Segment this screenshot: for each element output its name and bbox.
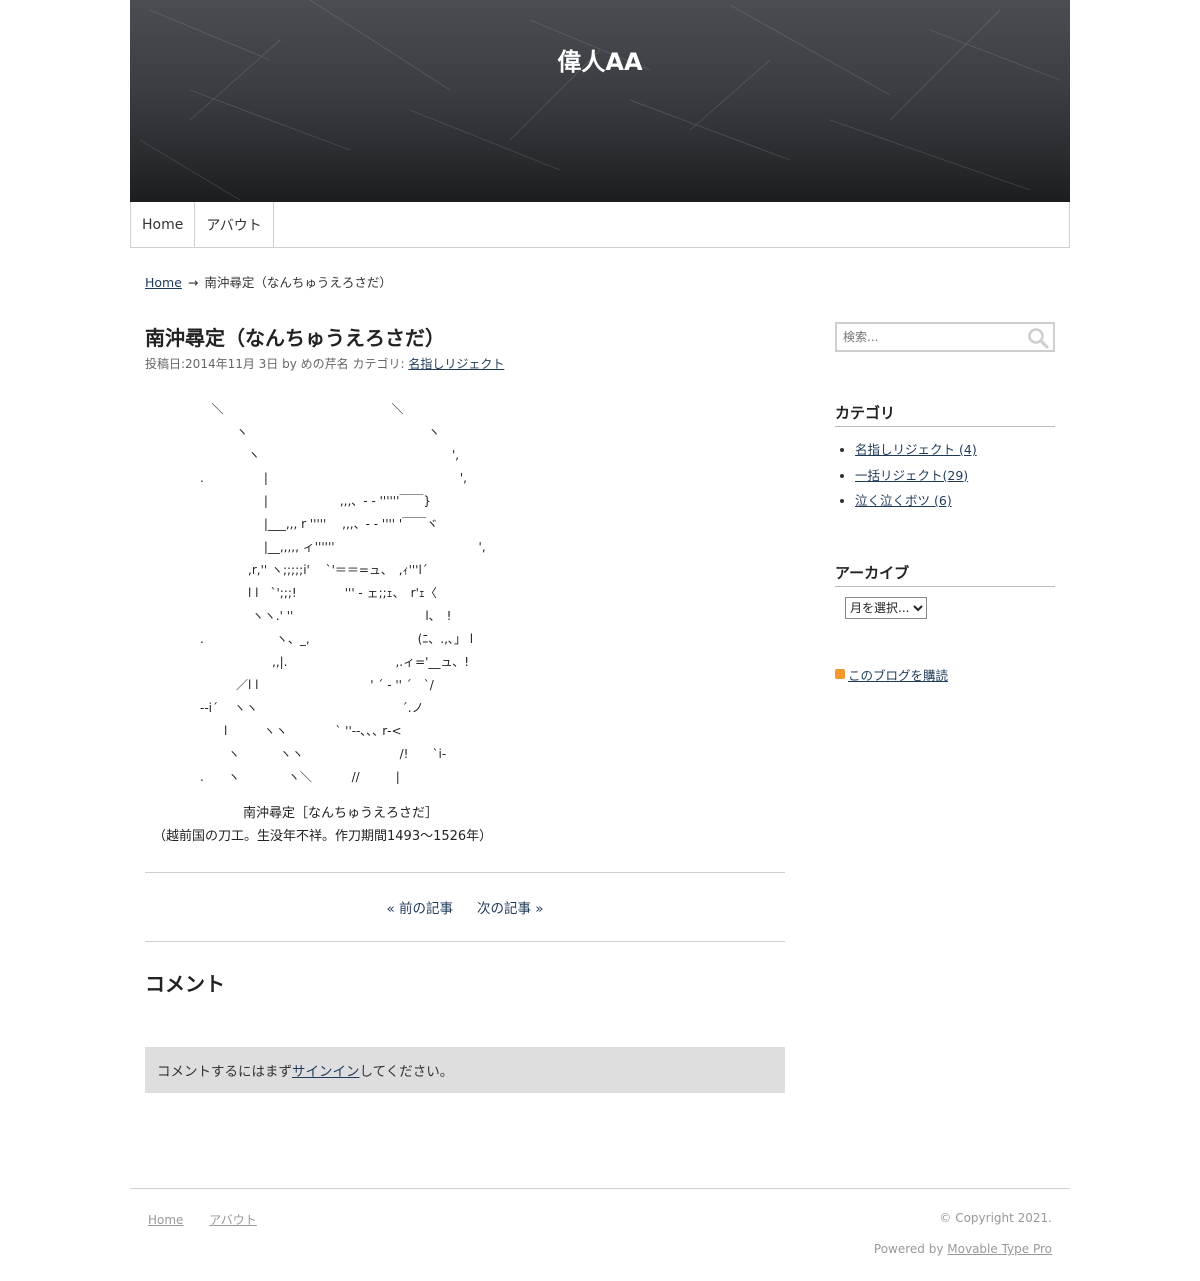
global-nav: Home アバウト [130,202,1070,248]
powered-by-text: Powered by [873,1242,948,1256]
signin-suffix: してください。 [359,1064,454,1080]
ascii-art-line: |__,,,,, ィ'''''' ', [200,540,486,554]
rss-feed-icon [835,669,845,679]
footer-link-home[interactable]: Home [148,1213,183,1227]
ascii-art-line: . | ', [200,471,467,485]
signin-link[interactable]: サインイン [292,1060,360,1080]
ascii-art-line: ,r,'' ヽ;;;;;i' `'＝＝=ュ、 ,ｨ'''l´ [200,563,428,577]
footer-link-about[interactable]: アバウト [209,1213,257,1227]
prev-entry-link[interactable]: « 前の記事 [386,897,453,917]
ascii-art: ＼ ＼ ヽ ヽ ヽ ', . | ', | ,,,、- - ''''''￣￣} |… [145,398,785,788]
caption-name: 南沖尋定［なんちゅうえろさだ］ [243,806,439,821]
site-footer: Home アバウト © Copyright 2021. Powered by M… [130,1188,1070,1281]
comments-title: コメント [145,972,225,996]
entry-caption: 南沖尋定［なんちゅうえろさだ］ （越前国の刀工。生没年不祥。作刀期間1493〜1… [145,802,785,848]
categories-widget: カテゴリ 名指しリジェクト (4) 一括リジェクト(29) 泣く泣くボツ (6) [835,402,1055,514]
footer-nav: Home アバウト [148,1211,279,1228]
powered-by-link[interactable]: Movable Type Pro [947,1242,1052,1256]
subscribe-widget: このブログを購読 [835,665,1055,684]
category-item: 泣く泣くボツ (6) [855,488,1055,514]
page: 偉人AA Home アバウト Home → 南沖尋定（なんちゅうえろさだ） 南沖尋定… [130,0,1070,1256]
ascii-art-line: | ,,,、- - ''''''￣￣} [200,494,432,508]
ascii-art-line: ,,|. ,.ィ='__ュ、! [200,655,470,669]
header-texture [139,0,1061,201]
nav-item-home[interactable]: Home [131,202,196,247]
main-content: Home → 南沖尋定（なんちゅうえろさだ） 南沖尋定（なんちゅうえろさだ） 投稿日… [145,272,785,1093]
breadcrumb-current: 南沖尋定（なんちゅうえろさだ） [204,275,392,290]
entry-pager: « 前の記事 次の記事 » [145,872,785,942]
ascii-art-line: --i´ ヽヽ ´.ノ [200,701,424,715]
site-header: 偉人AA [130,0,1070,202]
copyright: © Copyright 2021. [939,1211,1052,1225]
ascii-art-line: ／l l ' ´ - '' ´ `/ [200,678,434,692]
entry-category-link[interactable]: 名指しリジェクト [408,357,504,371]
next-entry-link[interactable]: 次の記事 » [477,897,544,917]
search-box [835,322,1055,352]
ascii-art-line: ヽヽ.' '' l、 ! [200,609,452,623]
ascii-art-line: . ヽ、_, (ﾆ、.,､」 l [200,632,474,646]
ascii-art-line: ヽ ヽ [200,425,441,439]
signin-prefix: コメントするにはまず [157,1064,292,1080]
archive-widget: アーカイブ 月を選択... [835,562,1055,619]
breadcrumb-arrow-icon: → [187,275,199,290]
powered-by: Powered by Movable Type Pro [874,1242,1052,1256]
ascii-art-line: . ヽ ヽ＼ // | [200,770,400,784]
archive-select[interactable]: 月を選択... [845,596,927,619]
archive-title: アーカイブ [835,562,1055,587]
category-link[interactable]: 名指しリジェクト (4) [855,442,977,457]
sidebar: カテゴリ 名指しリジェクト (4) 一括リジェクト(29) 泣く泣くボツ (6)… [835,322,1055,684]
subscribe-link[interactable]: このブログを購読 [848,665,948,684]
ascii-art-line: l ヽヽ ` ''--､､､ r‐< [200,724,402,738]
category-item: 名指しリジェクト (4) [855,437,1055,463]
ascii-art-line: ヽ ', [200,448,460,462]
search-input[interactable] [837,324,1053,350]
ascii-art-line: |___,,, r ''''' ,,,、- - '''' '￣￣ヾ [200,517,439,531]
category-list: 名指しリジェクト (4) 一括リジェクト(29) 泣く泣くボツ (6) [835,437,1055,514]
category-link[interactable]: 一括リジェクト(29) [855,468,968,483]
entry-meta-text: 投稿日:2014年11月 3日 by めの芹名 カテゴリ: [145,357,409,371]
site-title[interactable]: 偉人AA [130,42,1070,77]
search-icon[interactable] [1027,327,1049,349]
breadcrumb: Home → 南沖尋定（なんちゅうえろさだ） [145,272,785,291]
entry-meta: 投稿日:2014年11月 3日 by めの芹名 カテゴリ: 名指しリジェクト [145,355,785,372]
signin-notice: コメントするにはまず サインイン してください。 [145,1047,785,1093]
breadcrumb-home-link[interactable]: Home [145,275,182,290]
caption-description: （越前国の刀工。生没年不祥。作刀期間1493〜1526年） [153,829,493,844]
ascii-art-line: ヽ ヽヽ /! `i- [200,747,447,761]
ascii-art-line: l l `';;;! ''' - ェ;;ｪ、 r'ｪ〈 [200,586,437,600]
category-link[interactable]: 泣く泣くボツ (6) [855,493,952,508]
nav-item-about[interactable]: アバウト [195,202,274,247]
category-item: 一括リジェクト(29) [855,463,1055,489]
ascii-art-line: ＼ ＼ [200,402,404,416]
entry-title: 南沖尋定（なんちゅうえろさだ） [145,326,445,350]
categories-title: カテゴリ [835,402,1055,427]
